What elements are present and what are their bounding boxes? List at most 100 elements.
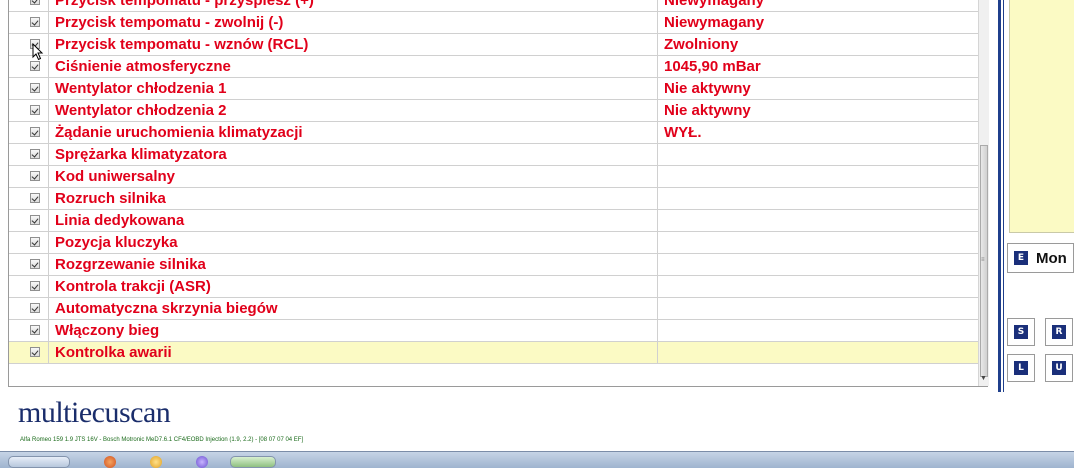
table-row[interactable]: Wentylator chłodzenia 1 Nie aktywny bbox=[9, 78, 987, 100]
key-l-button[interactable]: L bbox=[1007, 354, 1035, 382]
parameters-table[interactable]: Przycisk tempomatu - przyspiesz (+) Niewy… bbox=[8, 0, 988, 387]
row-checkbox[interactable] bbox=[30, 0, 40, 5]
parameter-name: Automatyczna skrzynia biegów bbox=[55, 300, 278, 317]
row-checkbox[interactable] bbox=[30, 127, 40, 137]
parameter-name: Przycisk tempomatu - przyspiesz (+) bbox=[55, 0, 314, 9]
column-divider bbox=[657, 100, 658, 122]
row-checkbox[interactable] bbox=[30, 193, 40, 203]
table-row[interactable]: Rozruch silnika bbox=[9, 188, 987, 210]
column-divider bbox=[657, 34, 658, 56]
windows-taskbar bbox=[0, 451, 1074, 468]
column-divider bbox=[48, 144, 49, 166]
column-divider bbox=[657, 122, 658, 144]
row-checkbox[interactable] bbox=[30, 237, 40, 247]
parameter-name: Kontrolka awarii bbox=[55, 344, 172, 361]
parameter-name: Wentylator chłodzenia 2 bbox=[55, 102, 227, 119]
column-divider bbox=[48, 320, 49, 342]
key-l-icon: L bbox=[1014, 361, 1028, 375]
folder-icon[interactable] bbox=[150, 456, 162, 468]
column-divider bbox=[48, 166, 49, 188]
parameter-name: Rozgrzewanie silnika bbox=[55, 256, 206, 273]
browser-icon[interactable] bbox=[104, 456, 116, 468]
table-row[interactable]: Kontrolka awarii bbox=[9, 342, 987, 364]
column-divider bbox=[48, 254, 49, 276]
parameter-name: Wentylator chłodzenia 1 bbox=[55, 80, 227, 97]
column-divider bbox=[48, 34, 49, 56]
column-divider bbox=[48, 276, 49, 298]
row-checkbox[interactable] bbox=[30, 215, 40, 225]
key-s-button[interactable]: S bbox=[1007, 318, 1035, 346]
column-divider bbox=[657, 254, 658, 276]
column-divider bbox=[657, 56, 658, 78]
table-row[interactable]: Kod uniwersalny bbox=[9, 166, 987, 188]
parameter-value: Zwolniony bbox=[664, 36, 739, 53]
table-row[interactable]: Automatyczna skrzynia biegów bbox=[9, 298, 987, 320]
table-row[interactable]: Przycisk tempomatu - wznów (RCL) Zwolnion… bbox=[9, 34, 987, 56]
column-divider bbox=[48, 78, 49, 100]
table-row[interactable]: Pozycja kluczyka bbox=[9, 232, 987, 254]
column-divider bbox=[48, 12, 49, 34]
row-checkbox[interactable] bbox=[30, 149, 40, 159]
table-vertical-scrollbar[interactable]: ≡ ▼ bbox=[978, 0, 989, 386]
column-divider bbox=[657, 144, 658, 166]
column-divider bbox=[657, 0, 658, 12]
column-divider bbox=[657, 166, 658, 188]
key-e-icon: E bbox=[1014, 251, 1028, 265]
parameter-name: Sprężarka klimatyzatora bbox=[55, 146, 227, 163]
table-row[interactable]: Przycisk tempomatu - zwolnij (-) Niewymag… bbox=[9, 12, 987, 34]
parameter-value: WYŁ. bbox=[664, 124, 702, 141]
table-row[interactable]: Włączony bieg bbox=[9, 320, 987, 342]
column-divider bbox=[657, 210, 658, 232]
column-divider bbox=[48, 122, 49, 144]
parameter-name: Pozycja kluczyka bbox=[55, 234, 178, 251]
row-checkbox[interactable] bbox=[30, 105, 40, 115]
table-row[interactable]: Przycisk tempomatu - przyspiesz (+) Niewy… bbox=[9, 0, 987, 12]
row-checkbox[interactable] bbox=[30, 325, 40, 335]
column-divider bbox=[657, 78, 658, 100]
column-divider bbox=[657, 188, 658, 210]
column-divider bbox=[48, 56, 49, 78]
parameter-value: Nie aktywny bbox=[664, 80, 751, 97]
table-row[interactable]: Żądanie uruchomienia klimatyzacji WYŁ. bbox=[9, 122, 987, 144]
column-divider bbox=[48, 100, 49, 122]
table-row[interactable]: Rozgrzewanie silnika bbox=[9, 254, 987, 276]
table-row[interactable]: Kontrola trakcji (ASR) bbox=[9, 276, 987, 298]
key-u-button[interactable]: U bbox=[1045, 354, 1073, 382]
table-row[interactable]: Ciśnienie atmosferyczne 1045,90 mBar bbox=[9, 56, 987, 78]
taskbar-button[interactable] bbox=[8, 456, 70, 468]
mouse-cursor-icon bbox=[32, 43, 44, 61]
table-row[interactable]: Linia dedykowana bbox=[9, 210, 987, 232]
parameter-name: Włączony bieg bbox=[55, 322, 160, 339]
table-row[interactable]: Wentylator chłodzenia 2 Nie aktywny bbox=[9, 100, 987, 122]
row-checkbox[interactable] bbox=[30, 61, 40, 71]
scroll-down-arrow-icon[interactable]: ▼ bbox=[980, 375, 987, 382]
row-checkbox[interactable] bbox=[30, 83, 40, 93]
row-checkbox[interactable] bbox=[30, 171, 40, 181]
parameter-name: Kod uniwersalny bbox=[55, 168, 176, 185]
panel-separator-thin bbox=[1003, 0, 1004, 392]
side-info-panel bbox=[1009, 0, 1074, 233]
column-divider bbox=[657, 232, 658, 254]
row-checkbox[interactable] bbox=[30, 303, 40, 313]
monitor-button[interactable]: E Mon bbox=[1007, 243, 1074, 273]
key-r-button[interactable]: R bbox=[1045, 318, 1073, 346]
column-divider bbox=[657, 276, 658, 298]
column-divider bbox=[48, 210, 49, 232]
app-icon[interactable] bbox=[196, 456, 208, 468]
row-checkbox[interactable] bbox=[30, 281, 40, 291]
column-divider bbox=[48, 298, 49, 320]
column-divider bbox=[657, 298, 658, 320]
parameter-name: Żądanie uruchomienia klimatyzacji bbox=[55, 124, 303, 141]
multiecuscan-taskbar-button[interactable] bbox=[230, 456, 276, 468]
row-checkbox[interactable] bbox=[30, 17, 40, 27]
row-checkbox[interactable] bbox=[30, 259, 40, 269]
column-divider bbox=[657, 12, 658, 34]
column-divider bbox=[48, 188, 49, 210]
parameter-name: Przycisk tempomatu - wznów (RCL) bbox=[55, 36, 309, 53]
table-row[interactable]: Sprężarka klimatyzatora bbox=[9, 144, 987, 166]
parameter-value: Niewymagany bbox=[664, 0, 765, 9]
multiecuscan-logo: multiecuscan bbox=[18, 396, 171, 429]
row-checkbox[interactable] bbox=[30, 347, 40, 357]
column-divider bbox=[657, 342, 658, 364]
column-divider bbox=[48, 342, 49, 364]
